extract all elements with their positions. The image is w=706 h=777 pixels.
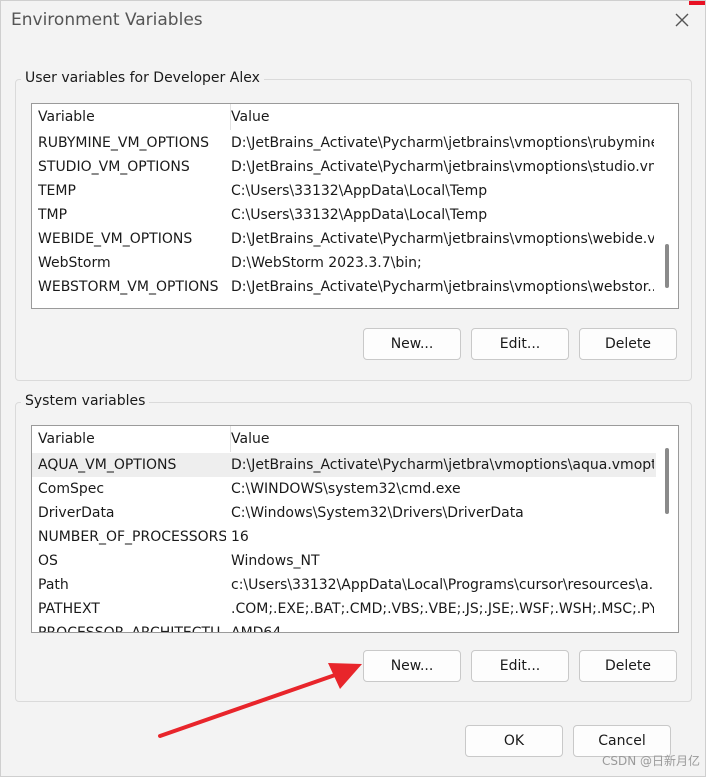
annotation-arrow-icon: [158, 663, 362, 738]
watermark-text: CSDN @日新月亿: [601, 754, 700, 768]
